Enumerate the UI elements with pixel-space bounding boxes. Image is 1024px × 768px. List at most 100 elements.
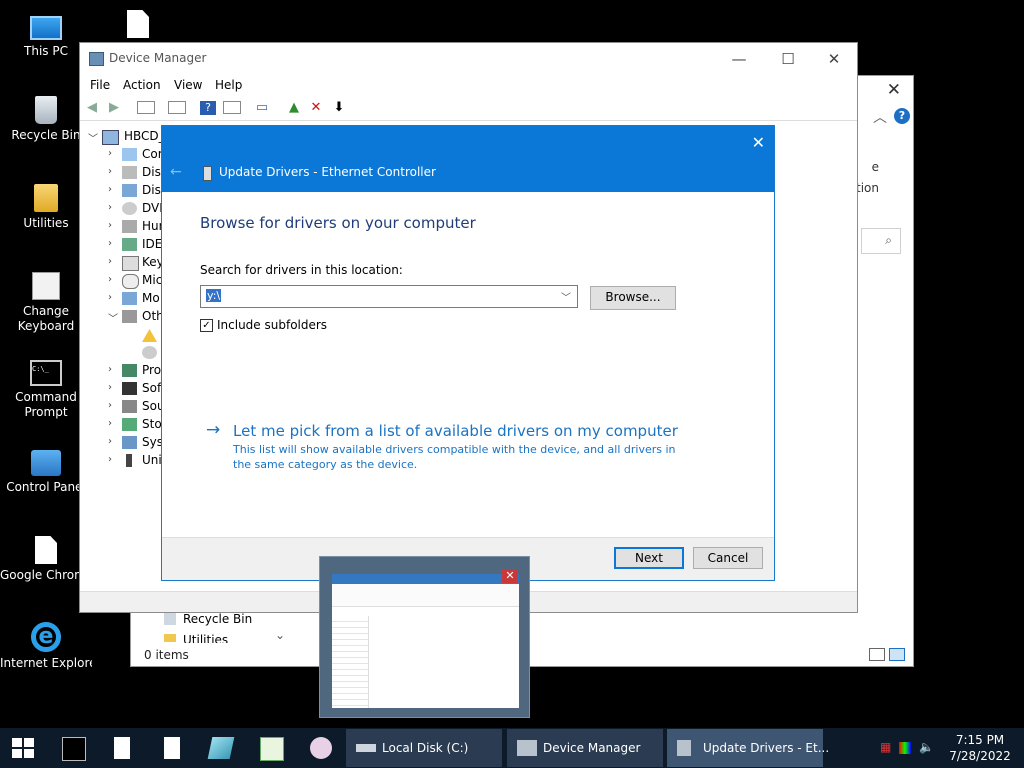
chevron-right-icon[interactable]: › xyxy=(108,436,118,447)
document-pin-icon[interactable] xyxy=(114,737,130,759)
snipping-tool-pin-icon[interactable] xyxy=(310,737,332,759)
chevron-down-icon[interactable]: ﹀ xyxy=(561,289,571,304)
window-title: Device Manager xyxy=(109,51,207,65)
chevron-right-icon[interactable]: › xyxy=(108,364,118,375)
back-icon[interactable]: ◀ xyxy=(84,101,100,115)
menu-help[interactable]: Help xyxy=(215,78,242,92)
network-icon[interactable]: ▦ xyxy=(880,740,891,754)
close-button[interactable]: ✕ xyxy=(811,47,857,71)
task-label: Update Drivers - Et... xyxy=(703,741,830,755)
task-device-manager[interactable]: Device Manager xyxy=(507,729,663,767)
recycle-bin-icon xyxy=(164,613,176,625)
disk-icon xyxy=(122,166,137,179)
chevron-right-icon[interactable]: › xyxy=(108,256,118,267)
recycle-bin-icon xyxy=(35,96,57,124)
chevron-right-icon[interactable]: › xyxy=(108,238,118,249)
uninstall-icon[interactable]: ✕ xyxy=(308,101,324,115)
list-view-icon[interactable] xyxy=(168,101,186,114)
dialog-title: Update Drivers - Ethernet Controller xyxy=(219,165,436,179)
chevron-right-icon[interactable]: › xyxy=(108,184,118,195)
window-preview-image xyxy=(332,574,519,708)
software-device-icon xyxy=(122,382,137,395)
tree-label: Cor xyxy=(142,147,163,161)
minimize-button[interactable]: — xyxy=(716,47,762,71)
unknown-device-icon xyxy=(142,346,157,359)
chevron-down-icon[interactable]: ⌄ xyxy=(275,628,285,642)
next-button[interactable]: Next xyxy=(614,547,684,569)
chevron-up-icon[interactable]: ︿ xyxy=(873,107,887,127)
desktop-icon-label: Internet Explorer xyxy=(0,656,92,670)
screenshot-tool-pin-icon[interactable] xyxy=(207,737,235,759)
menu-action[interactable]: Action xyxy=(123,78,161,92)
task-update-drivers[interactable]: Update Drivers - Et... xyxy=(667,729,829,767)
desktop-icon-internet-explorer[interactable]: e Internet Explorer xyxy=(0,622,92,671)
browse-button[interactable]: Browse... xyxy=(590,286,676,310)
task-local-disk[interactable]: Local Disk (C:) xyxy=(346,729,502,767)
back-arrow-icon[interactable]: ← xyxy=(170,164,182,180)
command-prompt-pin-icon[interactable] xyxy=(62,737,86,761)
drive-icon xyxy=(356,744,376,752)
chevron-right-icon[interactable]: › xyxy=(108,382,118,393)
tree-label: Sto xyxy=(142,417,162,431)
tree-label: Mo xyxy=(142,291,160,305)
chevron-right-icon[interactable]: › xyxy=(108,220,118,231)
clock[interactable]: 7:15 PM 7/28/2022 xyxy=(944,732,1016,764)
update-drivers-dialog: ✕ ← Update Drivers - Ethernet Controller… xyxy=(161,125,775,581)
display-settings-icon[interactable] xyxy=(899,741,912,754)
chevron-right-icon[interactable]: › xyxy=(108,418,118,429)
chevron-down-icon[interactable]: ﹀ xyxy=(88,130,98,145)
chevron-right-icon[interactable]: › xyxy=(108,292,118,303)
search-box[interactable]: ⌕ xyxy=(861,228,901,254)
chevron-right-icon[interactable]: › xyxy=(108,274,118,285)
scan-hardware-icon[interactable]: ▭ xyxy=(254,101,270,115)
chevron-right-icon[interactable]: › xyxy=(108,400,118,411)
chevron-right-icon[interactable]: › xyxy=(108,202,118,213)
nav-item-recycle-bin[interactable]: Recycle Bin xyxy=(183,612,252,626)
disable-device-icon[interactable]: ⬇ xyxy=(331,101,347,115)
maximize-button[interactable]: ☐ xyxy=(765,47,811,71)
control-panel-icon xyxy=(31,450,61,476)
close-icon[interactable]: ✕ xyxy=(887,80,901,100)
close-icon[interactable]: ✕ xyxy=(502,569,518,583)
folder-icon xyxy=(34,184,58,212)
update-driver-icon[interactable]: ▲ xyxy=(286,101,302,115)
hid-icon xyxy=(122,220,137,233)
details-view-icon[interactable] xyxy=(869,648,885,661)
driver-path-combobox[interactable]: y:\ ﹀ xyxy=(200,285,578,308)
mouse-icon xyxy=(122,274,139,289)
system-icon xyxy=(122,436,137,449)
chevron-down-icon[interactable]: ﹀ xyxy=(108,310,118,325)
action-pane-icon[interactable] xyxy=(223,101,241,114)
taskbar: Local Disk (C:) Device Manager Update Dr… xyxy=(0,728,1024,768)
start-button[interactable] xyxy=(12,738,34,758)
volume-icon[interactable]: 🔈 xyxy=(919,740,934,754)
document-pin-icon[interactable] xyxy=(164,737,180,759)
pick-driver-link[interactable]: Let me pick from a list of available dri… xyxy=(233,422,678,440)
keyboard-icon xyxy=(122,256,139,271)
include-subfolders-checkbox[interactable]: ✓ xyxy=(200,319,213,332)
cancel-button[interactable]: Cancel xyxy=(693,547,763,569)
close-icon[interactable]: ✕ xyxy=(752,133,765,152)
nav-item-utilities[interactable]: Utilities xyxy=(183,633,228,643)
keyboard-settings-icon xyxy=(32,272,60,300)
properties-icon[interactable] xyxy=(137,101,155,114)
menu-file[interactable]: File xyxy=(90,78,110,92)
driver-path-value[interactable]: y:\ xyxy=(206,289,222,302)
menu-view[interactable]: View xyxy=(174,78,202,92)
taskbar-thumbnail-preview[interactable]: ✕ xyxy=(319,556,530,718)
include-subfolders-label[interactable]: Include subfolders xyxy=(217,318,327,332)
forward-icon[interactable]: ▶ xyxy=(106,101,122,115)
task-label: Local Disk (C:) xyxy=(382,741,469,755)
arrow-right-icon[interactable]: → xyxy=(206,420,220,440)
large-icons-view-icon[interactable] xyxy=(889,648,905,661)
chevron-right-icon[interactable]: › xyxy=(108,166,118,177)
tree-label: Pro xyxy=(142,363,162,377)
chevron-right-icon[interactable]: › xyxy=(108,148,118,159)
help-icon[interactable]: ? xyxy=(200,101,216,115)
help-icon[interactable]: ? xyxy=(894,108,910,124)
notepad-pin-icon[interactable] xyxy=(260,737,284,761)
chevron-right-icon[interactable]: › xyxy=(108,454,118,465)
desktop-icon-blank-file[interactable] xyxy=(92,10,184,42)
warning-icon xyxy=(142,329,157,342)
tree-label: Mic xyxy=(142,273,163,287)
